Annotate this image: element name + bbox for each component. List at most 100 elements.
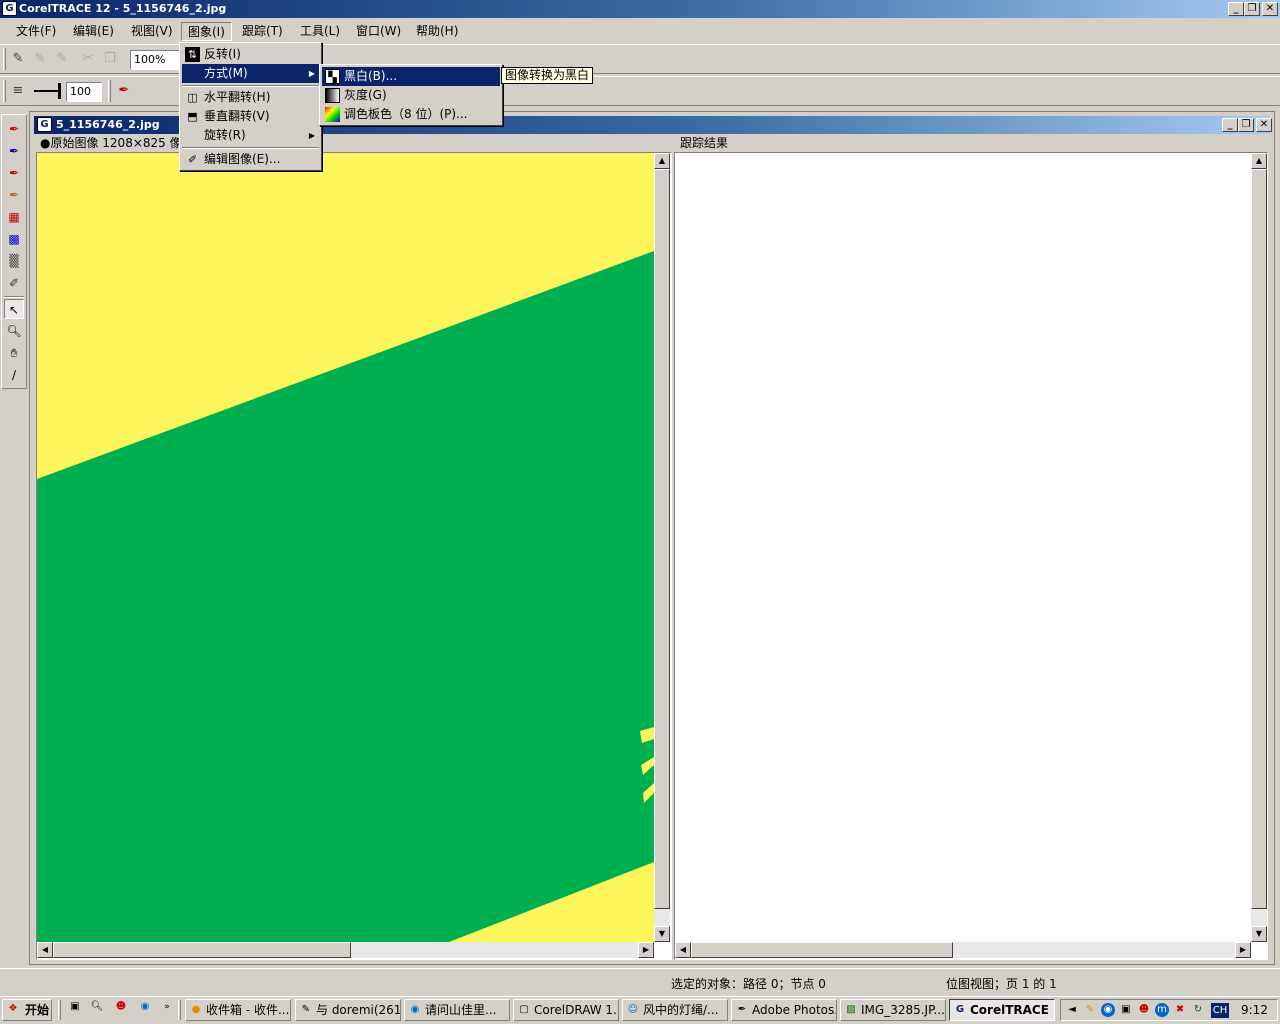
menu-item-mode[interactable]: 方式(M) ▶ [182,64,319,83]
network-icon[interactable]: ▣ [1119,1003,1133,1017]
task-button-contacts[interactable]: ☺ 风中的灯绳/... [622,999,728,1021]
menu-trace[interactable]: 跟踪(T) [236,22,289,41]
menu-view[interactable]: 视图(V) [125,22,179,41]
minimize-button[interactable]: _ [1228,2,1244,16]
clock[interactable]: 9:12 [1241,1003,1268,1017]
menu-item-palette[interactable]: 调色板色（8 位）(P)... [322,105,500,124]
right-horizontal-scrollbar[interactable]: ◀ ▶ [675,942,1251,958]
menu-edit[interactable]: 编辑(E) [67,22,120,41]
menu-item-grayscale[interactable]: 灰度(G) [322,86,500,105]
task-button-coreldraw[interactable]: ▢ CorelDRAW 1... [513,999,619,1021]
cut-icon[interactable]: ✂ [78,49,98,69]
start-button[interactable]: ❖ 开始 [2,999,52,1021]
menu-item-invert[interactable]: ⇅ 反转(I) [182,45,319,64]
menu-tools[interactable]: 工具(L) [294,22,346,41]
menu-image[interactable]: 图象(I) [181,22,232,41]
doc-close-button[interactable]: ✕ [1256,118,1272,132]
menu-item-flip-vertical[interactable]: ⬒ 垂直翻转(V) [182,107,319,126]
copy-icon[interactable]: ❐ [100,49,120,69]
scroll-up-arrow-icon[interactable]: ▲ [654,153,670,169]
task-button-mail[interactable]: ● 收件箱 - 收件... [185,999,291,1021]
outline-trace-icon[interactable]: ✒ [4,141,24,161]
centerline-trace-icon[interactable]: ✒ [4,119,24,139]
language-indicator[interactable]: CH [1211,1003,1229,1018]
right-vertical-scrollbar[interactable]: ▲ ▼ [1251,153,1267,942]
coreltrace-app-icon[interactable]: G [2,1,17,16]
task-button-image-viewer[interactable]: ▨ IMG_3285.JP... [840,999,946,1021]
toolbar-grip[interactable] [3,80,6,102]
document-title: 5_1156746_2.jpg [56,118,160,131]
menu-item-flip-horizontal[interactable]: ◫ 水平翻转(H) [182,88,319,107]
quick-launch-explorer-icon[interactable]: 🔍︎ [90,1000,104,1014]
ornamental-trace-icon[interactable]: ▒ [4,251,24,271]
restore-button[interactable]: ❐ [1244,2,1260,16]
messenger-tray-icon[interactable]: m [1155,1003,1169,1017]
menu-item-rotate[interactable]: 旋转(R) ▶ [182,126,319,145]
slider-thumb[interactable] [58,83,61,99]
horizontal-scroll-thumb[interactable] [691,942,953,958]
scroll-up-arrow-icon[interactable]: ▲ [1251,153,1267,169]
menu-window[interactable]: 窗口(W) [350,22,407,41]
woodcut-trace-icon[interactable]: ✒ [4,185,24,205]
sketch-trace-icon[interactable]: ✒ [4,163,24,183]
view-status: 位图视图；页 1 的 1 [946,977,1057,991]
quick-launch-more-icon[interactable]: » [160,1000,174,1014]
zoom-combo[interactable]: 100% [130,50,180,70]
menu-file[interactable]: 文件(F) [10,22,62,41]
antivirus-icon[interactable]: ✖ [1173,1003,1187,1017]
quick-launch-desktop-icon[interactable]: ▣ [68,1000,82,1014]
scroll-left-arrow-icon[interactable]: ◀ [675,942,691,958]
scroll-left-arrow-icon[interactable]: ◀ [37,942,53,958]
vertical-scroll-thumb[interactable] [1251,169,1267,909]
left-vertical-scrollbar[interactable]: ▲ ▼ [654,153,670,942]
original-image-header: ●原始图像 1208×825 像素 [40,136,194,150]
scroll-down-arrow-icon[interactable]: ▼ [1251,926,1267,942]
toolbar-grip[interactable] [3,48,6,70]
3d-mosaic-icon[interactable]: ▩ [4,229,24,249]
scroll-down-arrow-icon[interactable]: ▼ [654,926,670,942]
left-horizontal-scrollbar[interactable]: ◀ ▶ [37,942,654,958]
trace-result-pane[interactable]: ▲ ▼ ◀ ▶ [674,152,1268,960]
menu-help[interactable]: 帮助(H) [410,22,464,41]
horizontal-scroll-thumb[interactable] [53,942,351,958]
menu-item-edit-image[interactable]: ✐ 编辑图像(E)... [182,150,319,169]
smoothing-icon: ≡ [12,83,24,98]
browser-tray-icon[interactable]: ◉ [1101,1003,1115,1017]
task-button-coreltrace[interactable]: G CorelTRACE 1... [949,999,1055,1021]
form-trace-icon[interactable]: ✐ [4,273,24,293]
open-icon[interactable]: ✎ [8,49,28,69]
taskbar-separator [58,1000,61,1020]
mosaic-trace-icon[interactable]: ▦ [4,207,24,227]
task-label: Adobe Photos... [752,1003,837,1017]
people-icon: ☺ [627,1004,639,1015]
app-title-bar[interactable]: G CorelTRACE 12 - 5_1156746_2.jpg _ ❐ ✕ [0,0,1280,18]
sync-icon[interactable]: ↻ [1191,1003,1205,1017]
volume-icon[interactable]: ◄ [1065,1003,1079,1017]
taskbar: ❖ 开始 ▣ 🔍︎ ☻ ◉ » ● 收件箱 - 收件... ✎ 与 doremi… [0,996,1280,1024]
eyedropper-tool-icon[interactable]: ∕ [4,365,24,385]
document-icon[interactable]: G [37,117,52,132]
menu-item-black-white[interactable]: ▚ 黑白(B)... [322,67,500,86]
export-icon[interactable]: ✎ [52,49,72,69]
zoom-tool-icon[interactable]: 🔍︎ [4,321,24,341]
scroll-right-arrow-icon[interactable]: ▶ [638,942,654,958]
pick-tool-icon[interactable]: ↖ [4,299,24,319]
task-button-browser[interactable]: ◉ 请问山佳里... [404,999,510,1021]
smoothing-slider[interactable] [34,90,60,92]
task-button-chat[interactable]: ✎ 与 doremi(261... [295,999,401,1021]
vertical-scroll-thumb[interactable] [654,169,670,909]
scroll-right-arrow-icon[interactable]: ▶ [1235,942,1251,958]
task-button-photoshop[interactable]: ✒ Adobe Photos... [731,999,837,1021]
qq-tray-icon[interactable]: ☻ [1137,1003,1151,1017]
smoothing-value-field[interactable]: 100 [66,82,102,102]
original-image[interactable] [37,153,654,942]
hand-tool-icon[interactable]: ✋︎ [4,343,24,363]
close-button[interactable]: ✕ [1262,2,1278,16]
save-icon[interactable]: ✎ [30,49,50,69]
doc-restore-button[interactable]: ❐ [1238,118,1254,132]
trace-pen-icon[interactable]: ✒ [114,81,134,101]
quick-launch-browser-icon[interactable]: ◉ [138,1000,152,1014]
quick-launch-qq-icon[interactable]: ☻ [114,1000,128,1014]
pen-tray-icon[interactable]: ✎ [1083,1003,1097,1017]
doc-minimize-button[interactable]: _ [1222,118,1238,132]
